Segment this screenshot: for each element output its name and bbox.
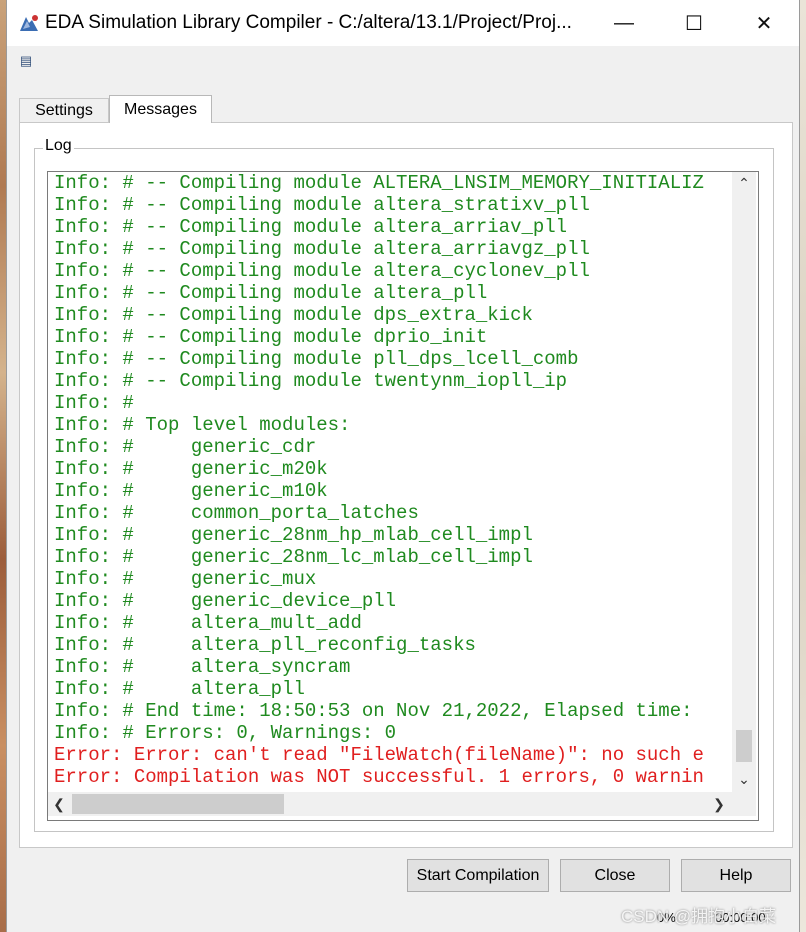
horizontal-scroll-thumb[interactable] <box>72 794 284 814</box>
close-button[interactable]: Close <box>560 859 670 892</box>
log-line-info: Info: # -- Compiling module ALTERA_LNSIM… <box>54 172 704 194</box>
log-line-info: Info: # -- Compiling module altera_cyclo… <box>54 260 590 282</box>
scroll-up-arrow-icon[interactable]: ⌃ <box>732 172 756 194</box>
log-line-info: Info: # altera_pll_reconfig_tasks <box>54 634 476 656</box>
log-lines[interactable]: Info: # -- Compiling module ALTERA_LNSIM… <box>54 172 730 792</box>
log-line-info: Info: # Top level modules: <box>54 414 351 436</box>
log-group: Log Info: # -- Compiling module ALTERA_L… <box>34 137 774 832</box>
log-line-error: Error: Error: can't read "FileWatch(file… <box>54 744 704 766</box>
log-line-info: Info: # altera_mult_add <box>54 612 362 634</box>
log-line-info: Info: # generic_mux <box>54 568 317 590</box>
log-textbox[interactable]: Info: # -- Compiling module ALTERA_LNSIM… <box>47 171 759 821</box>
log-line-info: Info: # End time: 18:50:53 on Nov 21,202… <box>54 700 693 722</box>
maximize-icon: ☐ <box>685 12 703 35</box>
log-line-info: Info: # -- Compiling module dprio_init <box>54 326 488 348</box>
log-line-info: Info: # generic_cdr <box>54 436 317 458</box>
log-line-info: Info: # -- Compiling module altera_arria… <box>54 216 568 238</box>
help-button[interactable]: Help <box>681 859 791 892</box>
horizontal-scrollbar[interactable]: ❮ ❯ <box>48 792 732 816</box>
vertical-scrollbar[interactable]: ⌃ ⌄ <box>732 172 756 792</box>
log-line-info: Info: # generic_28nm_hp_mlab_cell_impl <box>54 524 533 546</box>
scroll-down-arrow-icon[interactable]: ⌄ <box>732 768 756 790</box>
log-line-info: Info: # common_porta_latches <box>54 502 419 524</box>
scroll-left-arrow-icon[interactable]: ❮ <box>48 792 70 816</box>
log-line-info: Info: # -- Compiling module altera_arria… <box>54 238 590 260</box>
log-line-info: Info: # generic_m20k <box>54 458 328 480</box>
log-line-info: Info: # Errors: 0, Warnings: 0 <box>54 722 397 744</box>
watermark: CSDN @拥抱小白菜 <box>621 907 777 926</box>
compiler-window: EDA Simulation Library Compiler - C:/alt… <box>6 0 800 932</box>
window-title: EDA Simulation Library Compiler - C:/alt… <box>45 12 572 33</box>
start-compilation-button[interactable]: Start Compilation <box>407 859 549 892</box>
log-line-info: Info: # altera_syncram <box>54 656 351 678</box>
log-line-info: Info: # -- Compiling module pll_dps_lcel… <box>54 348 579 370</box>
log-line-info: Info: # generic_device_pll <box>54 590 397 612</box>
log-line-info: Info: # -- Compiling module altera_pll <box>54 282 488 304</box>
log-line-info: Info: # generic_28nm_lc_mlab_cell_impl <box>54 546 533 568</box>
log-group-label: Log <box>43 137 74 155</box>
log-line-info: Info: # -- Compiling module twentynm_iop… <box>54 370 568 392</box>
title-bar[interactable]: EDA Simulation Library Compiler - C:/alt… <box>7 0 799 46</box>
close-window-button[interactable]: ✕ <box>729 0 799 46</box>
messages-panel: Log Info: # -- Compiling module ALTERA_L… <box>19 122 793 848</box>
scrollbar-corner <box>732 792 756 816</box>
tab-settings[interactable]: Settings <box>19 98 109 123</box>
tab-messages[interactable]: Messages <box>109 95 212 123</box>
message-menu-icon[interactable]: ▤ <box>18 53 34 69</box>
vertical-scroll-thumb[interactable] <box>734 728 754 764</box>
log-line-info: Info: # <box>54 392 134 414</box>
minimize-icon: — <box>614 11 634 34</box>
maximize-button[interactable]: ☐ <box>659 0 729 46</box>
log-line-info: Info: # -- Compiling module altera_strat… <box>54 194 590 216</box>
log-line-info: Info: # altera_pll <box>54 678 305 700</box>
log-line-error: Error: Compilation was NOT successful. 1… <box>54 766 704 788</box>
log-line-info: Info: # generic_m10k <box>54 480 328 502</box>
minimize-button[interactable]: — <box>589 0 659 46</box>
log-line-info: Info: # -- Compiling module dps_extra_ki… <box>54 304 533 326</box>
close-icon: ✕ <box>755 12 773 35</box>
scroll-right-arrow-icon[interactable]: ❯ <box>708 792 730 816</box>
eda-app-icon <box>20 15 38 31</box>
